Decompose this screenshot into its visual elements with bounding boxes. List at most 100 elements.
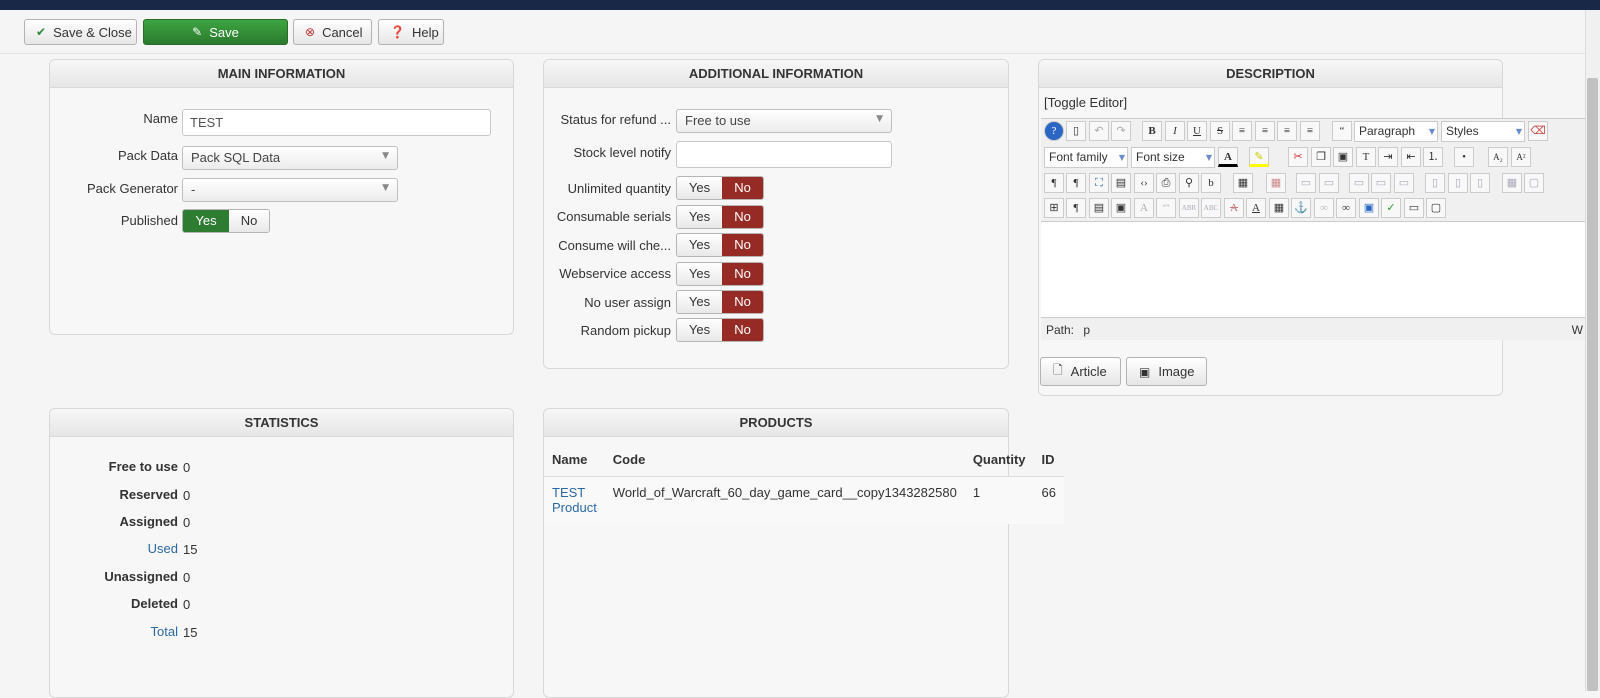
print-icon[interactable]: ⎙ — [1156, 173, 1176, 193]
published-yes[interactable]: Yes — [183, 210, 229, 232]
undo-icon[interactable]: ↶ — [1089, 121, 1109, 141]
blockquote-icon[interactable]: “ — [1332, 121, 1352, 141]
save-close-button[interactable]: ✔ Save & Close — [24, 19, 137, 45]
editor-content-area[interactable] — [1041, 222, 1585, 318]
align-right-icon[interactable]: ≡ — [1300, 121, 1320, 141]
paste-text-icon[interactable]: T — [1356, 147, 1376, 167]
anchor-icon[interactable]: ⚓ — [1291, 198, 1311, 218]
image-button[interactable]: ▣ Image — [1126, 357, 1207, 386]
consumable-serials-toggle[interactable]: Yes No — [676, 205, 764, 229]
toggle-yes[interactable]: Yes — [677, 234, 722, 256]
quote-icon[interactable]: “” — [1156, 198, 1176, 218]
paste-icon[interactable]: ▣ — [1333, 147, 1353, 167]
stock-level-input[interactable] — [676, 141, 892, 168]
italic-icon[interactable]: I — [1165, 121, 1185, 141]
attribs-icon[interactable]: ▦ — [1269, 198, 1289, 218]
bullet-list-icon[interactable]: • — [1454, 147, 1474, 167]
font-size-select[interactable]: Font size ▼ — [1131, 147, 1215, 168]
superscript-icon[interactable]: A² — [1511, 147, 1531, 167]
stat-label-used[interactable]: Used — [48, 541, 178, 556]
numbered-list-icon[interactable]: ⒈ — [1423, 147, 1443, 167]
scrollbar-thumb[interactable] — [1587, 78, 1598, 691]
toggle-no[interactable]: No — [722, 177, 763, 199]
toggle-yes[interactable]: Yes — [677, 206, 722, 228]
toggle-yes[interactable]: Yes — [677, 263, 722, 285]
cancel-button[interactable]: ⊗ Cancel — [293, 19, 372, 45]
link-icon[interactable]: ∞ — [1336, 198, 1356, 218]
styles-select[interactable]: Styles ▼ — [1441, 121, 1525, 142]
underline-icon[interactable]: U — [1187, 121, 1207, 141]
copy-icon[interactable]: ❐ — [1311, 147, 1331, 167]
cite-icon[interactable]: A — [1134, 198, 1154, 218]
table-cell-props-icon[interactable]: ▦ — [1502, 173, 1522, 193]
ins-icon[interactable]: A — [1246, 198, 1266, 218]
align-center-icon[interactable]: ≡ — [1255, 121, 1275, 141]
no-user-assign-toggle[interactable]: Yes No — [676, 290, 764, 314]
horizontal-rule-icon[interactable]: ▭ — [1404, 198, 1424, 218]
cut-icon[interactable]: ✂ — [1288, 147, 1308, 167]
help-button[interactable]: ❓ Help — [378, 19, 444, 45]
text-color-icon[interactable]: A — [1218, 147, 1238, 167]
preview-icon[interactable]: ▤ — [1111, 173, 1131, 193]
eraser-icon[interactable]: ⌫ — [1528, 121, 1548, 141]
table-col-after-icon[interactable]: ▯ — [1448, 173, 1468, 193]
pack-generator-select[interactable]: - ▼ — [182, 178, 398, 202]
published-no[interactable]: No — [229, 210, 269, 232]
align-left-icon[interactable]: ≡ — [1277, 121, 1297, 141]
find-icon[interactable]: ⚲ — [1179, 173, 1199, 193]
strikethrough-icon[interactable]: S — [1210, 121, 1230, 141]
status-refund-select[interactable]: Free to use ▼ — [676, 109, 892, 133]
outdent-icon[interactable]: ⇤ — [1401, 147, 1421, 167]
fullscreen-icon[interactable]: ⛶ — [1089, 173, 1109, 193]
table-row-after-icon[interactable]: ▭ — [1319, 173, 1339, 193]
toggle-editor-link[interactable]: [Toggle Editor] — [1044, 95, 1127, 110]
toggle-no[interactable]: No — [722, 206, 763, 228]
webservice-access-toggle[interactable]: Yes No — [676, 262, 764, 286]
redo-icon[interactable]: ↷ — [1111, 121, 1131, 141]
table-col-props-icon[interactable]: ▭ — [1394, 173, 1414, 193]
ltr-icon[interactable]: ¶ — [1044, 173, 1064, 193]
toggle-yes[interactable]: Yes — [677, 177, 722, 199]
justify-icon[interactable]: ≡ — [1232, 121, 1252, 141]
spellcheck-icon[interactable]: ✓ — [1381, 198, 1401, 218]
pack-data-select[interactable]: Pack SQL Data ▼ — [182, 146, 398, 170]
save-button[interactable]: ✎ Save — [143, 19, 288, 45]
rtl-icon[interactable]: ¶ — [1066, 173, 1086, 193]
insert-table-icon[interactable]: ▦ — [1233, 173, 1253, 193]
replace-icon[interactable]: b — [1201, 173, 1221, 193]
image-icon[interactable]: ▣ — [1359, 198, 1379, 218]
table-row-props-icon[interactable]: ▭ — [1349, 173, 1369, 193]
table-row-before-icon[interactable]: ▭ — [1296, 173, 1316, 193]
table-row-delete-icon[interactable]: ▭ — [1371, 173, 1391, 193]
acronym-icon[interactable]: ABC — [1201, 198, 1221, 218]
name-input[interactable]: TEST — [182, 109, 491, 136]
unlimited-quantity-toggle[interactable]: Yes No — [676, 176, 764, 200]
toggle-yes[interactable]: Yes — [677, 291, 722, 313]
visual-aid-icon[interactable]: ⊞ — [1044, 198, 1064, 218]
new-document-icon[interactable]: ▯ — [1066, 121, 1086, 141]
table-col-delete-icon[interactable]: ▯ — [1470, 173, 1490, 193]
font-family-select[interactable]: Font family ▼ — [1044, 147, 1128, 168]
stat-label-total[interactable]: Total — [48, 624, 178, 639]
toggle-no[interactable]: No — [722, 319, 763, 341]
toggle-no[interactable]: No — [722, 291, 763, 313]
highlight-icon[interactable]: ✎ — [1249, 147, 1269, 167]
abbr-icon[interactable]: ABR — [1179, 198, 1199, 218]
published-toggle[interactable]: Yes No — [182, 209, 270, 233]
del-icon[interactable]: A — [1224, 198, 1244, 218]
show-blocks-icon[interactable]: ¶ — [1066, 198, 1086, 218]
layer-icon[interactable]: ▢ — [1426, 198, 1446, 218]
random-pickup-toggle[interactable]: Yes No — [676, 318, 764, 342]
subscript-icon[interactable]: A₂ — [1488, 147, 1508, 167]
consume-will-check-toggle[interactable]: Yes No — [676, 233, 764, 257]
indent-icon[interactable]: ⇥ — [1378, 147, 1398, 167]
article-button[interactable]: 🗋 Article — [1040, 357, 1121, 386]
product-name-link[interactable]: TEST Product — [544, 476, 605, 524]
bold-icon[interactable]: B — [1142, 121, 1162, 141]
help-icon[interactable]: ? — [1044, 121, 1064, 141]
unlink-icon[interactable]: ∞ — [1314, 198, 1334, 218]
table-merge-icon[interactable]: ▢ — [1524, 173, 1544, 193]
code-icon[interactable]: ‹› — [1134, 173, 1154, 193]
styleprops-icon[interactable]: ▣ — [1111, 198, 1131, 218]
format-select[interactable]: Paragraph ▼ — [1354, 121, 1438, 142]
